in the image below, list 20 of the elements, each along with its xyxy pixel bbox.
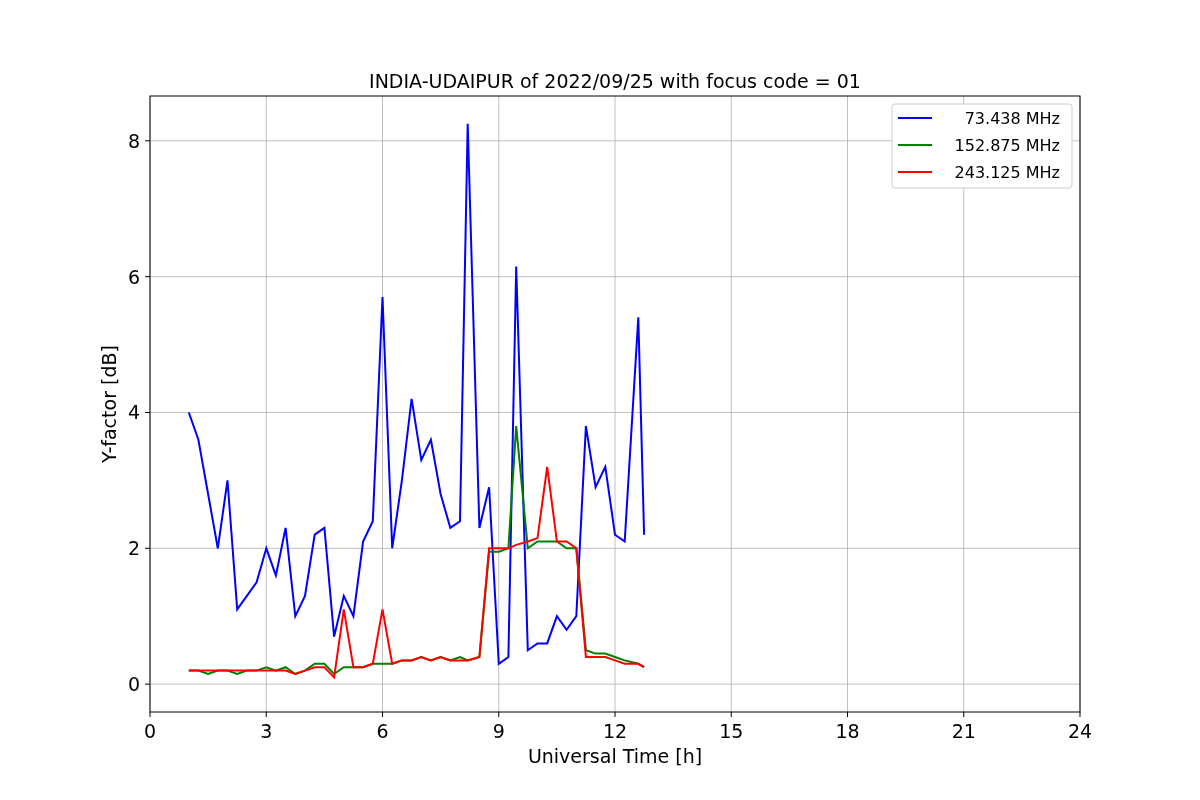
tick-label: 4 [127,401,140,424]
tick-label: 18 [835,720,860,742]
tick-label: 24 [1067,720,1093,742]
tick-label: 0 [127,673,140,696]
tick-label: 6 [376,720,389,742]
y-axis-label: Y-factor [dB] [98,345,120,463]
tick-label: 6 [127,265,140,288]
tick-label: 8 [127,129,140,152]
tick-label: 12 [602,720,628,742]
tick-label: 0 [143,720,157,742]
legend-label: 73.438 MHz [964,109,1060,128]
tick-label: 3 [260,720,273,742]
x-axis-label: Universal Time [h] [527,745,703,767]
chart-title: INDIA-UDAIPUR of 2022/09/25 with focus code = 01 [369,70,861,92]
legend-label: 152.875 MHz [954,136,1060,155]
tick-label: 2 [127,537,140,560]
legend-label: 243.125 MHz [954,163,1060,182]
tick-label: 15 [719,720,744,742]
tick-label: 21 [951,720,976,742]
tick-label: 9 [492,720,505,742]
